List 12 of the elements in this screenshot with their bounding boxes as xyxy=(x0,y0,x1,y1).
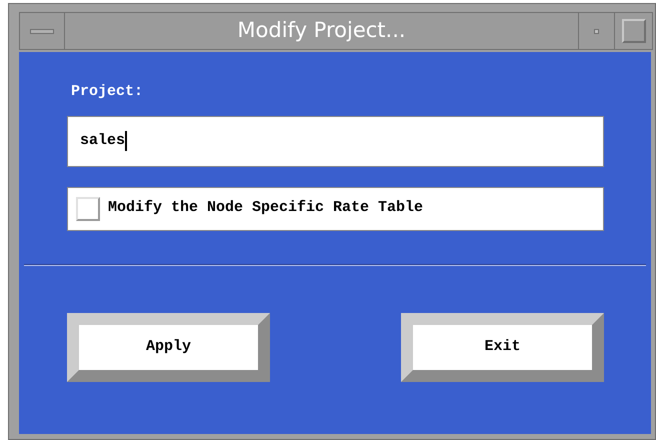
maximize-icon xyxy=(622,19,646,43)
dialog-button[interactable]: Apply xyxy=(67,312,270,382)
minimize-icon xyxy=(594,28,599,34)
dialog-button[interactable]: Exit xyxy=(401,312,604,382)
project-field[interactable]: sales xyxy=(67,116,604,166)
window-title: Modify Project... xyxy=(236,17,407,44)
option-label: Modify the Node Specific Rate Table xyxy=(108,198,424,218)
menu-bar-icon xyxy=(30,28,54,34)
checkbox[interactable] xyxy=(76,196,100,220)
project-value: sales xyxy=(80,130,126,151)
text-cursor-icon xyxy=(125,131,128,151)
project-label: Project: xyxy=(71,83,144,100)
